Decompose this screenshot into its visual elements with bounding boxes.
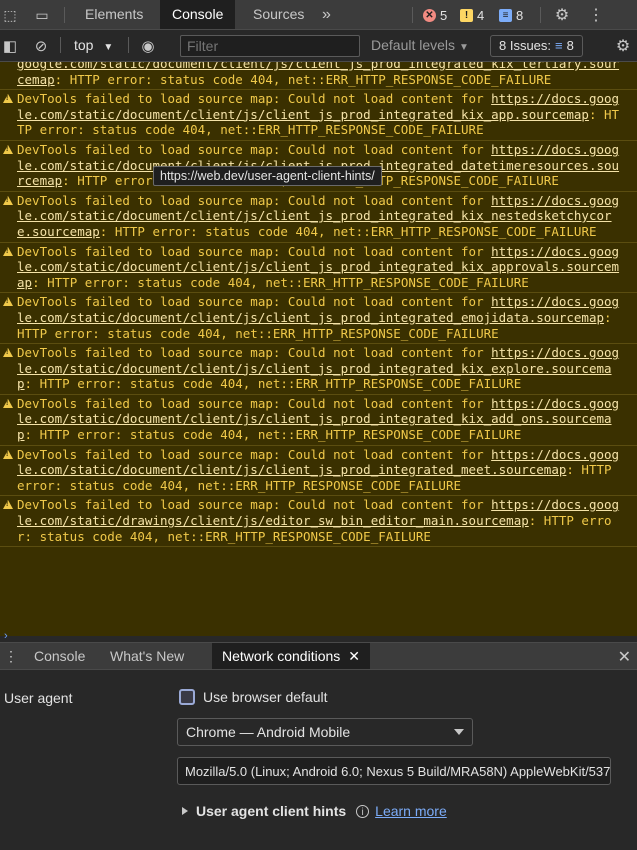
message-icon: ≡: [499, 8, 512, 22]
drawer-tab-whats-new[interactable]: What's New: [100, 643, 194, 669]
console-warning-message[interactable]: google.com/static/document/client/js/cli…: [0, 62, 637, 91]
message-text: : HTTP error: status code 404, net::ERR_…: [32, 274, 529, 290]
more-options-icon[interactable]: ⋮: [586, 5, 606, 25]
console-warning-message[interactable]: DevTools failed to load source map: Coul…: [0, 446, 637, 497]
chevron-down-icon: [454, 729, 464, 735]
message-text: DevTools failed to load source map: Coul…: [17, 497, 492, 513]
tab-elements[interactable]: Elements: [73, 0, 155, 29]
network-conditions-panel: User agent Use browser default Chrome — …: [0, 670, 637, 850]
context-selector[interactable]: top ▼: [74, 37, 113, 53]
message-text: DevTools failed to load source map: Coul…: [17, 141, 492, 157]
chevron-down-icon: ▼: [103, 42, 114, 53]
console-warning-message[interactable]: DevTools failed to load source map: Coul…: [0, 90, 637, 141]
message-count: 8: [516, 7, 524, 23]
message-text: : HTTP error: status code 404, net::ERR_…: [24, 376, 522, 392]
message-text: DevTools failed to load source map: Coul…: [17, 243, 492, 259]
message-text: DevTools failed to load source map: Coul…: [17, 446, 492, 462]
console-warning-message[interactable]: DevTools failed to load source map: Coul…: [0, 395, 637, 446]
console-warning-message[interactable]: DevTools failed to load source map: Coul…: [0, 192, 637, 243]
message-text: DevTools failed to load source map: Coul…: [17, 192, 492, 208]
drawer-tab-label: Network conditions: [222, 648, 341, 664]
settings-gear-icon[interactable]: ⚙: [552, 5, 572, 25]
close-drawer-icon[interactable]: ✕: [618, 647, 631, 667]
issue-message-icon: ≡: [555, 38, 563, 53]
close-tab-icon[interactable]: ✕: [348, 648, 360, 664]
warning-triangle-icon: [3, 195, 13, 205]
info-icon: i: [356, 804, 370, 818]
warning-triangle-icon: [3, 398, 13, 408]
issues-button[interactable]: 8 Issues: ≡ 8: [490, 35, 583, 57]
clear-console-icon[interactable]: ⊘: [31, 36, 51, 56]
user-agent-label: User agent: [4, 690, 73, 706]
divider: [128, 37, 129, 53]
inspect-element-icon[interactable]: ⬚: [0, 5, 20, 25]
expand-triangle-icon: [182, 807, 188, 815]
user-agent-select-value: Chrome — Android Mobile: [186, 724, 351, 740]
console-warning-message[interactable]: DevTools failed to load source map: Coul…: [0, 243, 637, 294]
tab-sources[interactable]: Sources: [241, 0, 316, 29]
message-text: : HTTP error: status code 404, net::ERR_…: [99, 223, 597, 239]
devtools-main-tabbar: ⬚ ▭ Elements Console Sources » ✕ 5 ! 4 ≡…: [0, 0, 637, 30]
warning-triangle-icon: [3, 94, 13, 104]
console-warning-message[interactable]: DevTools failed to load source map: Coul…: [0, 293, 637, 345]
divider: [64, 7, 65, 23]
divider: [60, 37, 61, 53]
message-text: DevTools failed to load source map: Coul…: [17, 91, 492, 107]
console-warning-message[interactable]: DevTools failed to load source map: Coul…: [0, 496, 637, 548]
warning-triangle-icon: [3, 348, 13, 358]
warning-triangle-icon: [3, 449, 13, 459]
console-warning-message[interactable]: DevTools failed to load source map: Coul…: [0, 344, 637, 395]
warning-icon: !: [460, 8, 473, 22]
user-agent-select[interactable]: Chrome — Android Mobile: [177, 718, 473, 746]
divider: [540, 7, 541, 23]
client-hints-toggle[interactable]: User agent client hints i Learn more: [182, 803, 447, 819]
issues-label: 8 Issues:: [499, 38, 552, 53]
error-icon: ✕: [423, 8, 436, 22]
warning-triangle-icon: [3, 144, 13, 154]
use-browser-default-label[interactable]: Use browser default: [203, 689, 328, 705]
drawer-menu-icon[interactable]: ⋮: [4, 648, 18, 665]
use-browser-default-checkbox[interactable]: [179, 689, 195, 705]
log-levels-label: Default levels: [371, 37, 456, 53]
user-agent-string-input[interactable]: Mozilla/5.0 (Linux; Android 6.0; Nexus 5…: [177, 757, 611, 785]
divider: [412, 7, 413, 23]
error-count: 5: [440, 7, 448, 23]
message-text: : HTTP error: status code 404, net::ERR_…: [24, 427, 522, 443]
warning-count: 4: [477, 7, 485, 23]
message-text: : HTTP error: status code 404, net::ERR_…: [54, 71, 552, 87]
context-label: top: [74, 37, 94, 53]
sidebar-toggle-icon[interactable]: ◧: [0, 36, 20, 56]
drawer-tabbar: ⋮ Console What's New Network conditions ✕…: [0, 642, 637, 670]
drawer-tab-console[interactable]: Console: [24, 643, 95, 669]
error-count-badge[interactable]: ✕ 5: [423, 5, 447, 25]
log-levels-dropdown[interactable]: Default levels ▼: [371, 37, 469, 53]
drawer-tab-network-conditions[interactable]: Network conditions ✕: [212, 643, 371, 669]
warning-triangle-icon: [3, 500, 13, 510]
prompt-chevron-icon: ›: [4, 630, 8, 642]
learn-more-link[interactable]: Learn more: [375, 803, 447, 819]
console-messages: google.com/static/document/client/js/cli…: [0, 62, 637, 636]
message-text: DevTools failed to load source map: Coul…: [17, 395, 492, 411]
live-expression-eye-icon[interactable]: ◉: [138, 36, 158, 56]
filter-input[interactable]: [180, 35, 360, 57]
client-hints-title: User agent client hints: [196, 803, 347, 819]
more-tabs-button[interactable]: »: [310, 0, 343, 29]
issues-count: 8: [566, 38, 574, 53]
warning-count-badge[interactable]: ! 4: [460, 5, 484, 25]
warning-triangle-icon: [3, 246, 13, 256]
link-tooltip: https://web.dev/user-agent-client-hints/: [153, 166, 382, 186]
message-count-badge[interactable]: ≡ 8: [499, 5, 523, 25]
message-text: DevTools failed to load source map: Coul…: [17, 294, 492, 310]
message-text: DevTools failed to load source map: Coul…: [17, 345, 492, 361]
warning-triangle-icon: [3, 297, 13, 307]
console-toolbar: ◧ ⊘ top ▼ ◉ Default levels ▼ 8 Issues: ≡…: [0, 30, 637, 62]
console-settings-gear-icon[interactable]: ⚙: [613, 36, 633, 56]
tab-console[interactable]: Console: [160, 0, 236, 29]
device-toolbar-icon[interactable]: ▭: [32, 5, 52, 25]
chevron-down-icon: ▼: [458, 42, 469, 53]
